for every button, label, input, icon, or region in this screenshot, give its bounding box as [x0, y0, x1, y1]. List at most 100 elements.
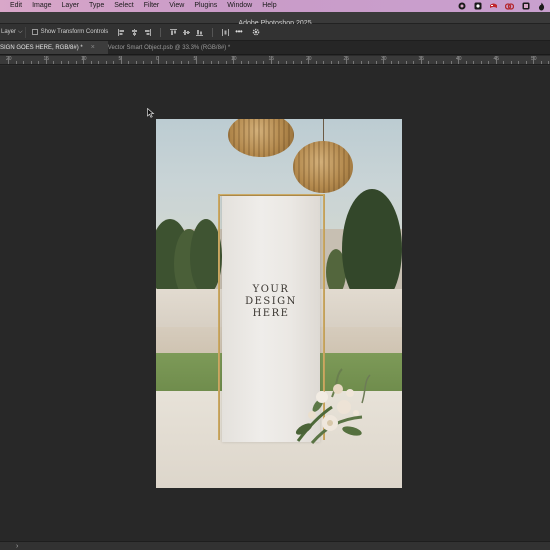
ruler-tick: [60, 61, 62, 64]
ruler-tick: [293, 61, 294, 64]
creative-cloud-icon[interactable]: [505, 2, 514, 11]
menu-view[interactable]: View: [164, 0, 189, 12]
more-options-icon[interactable]: •••: [235, 28, 242, 36]
auto-select-dropdown[interactable]: Layer ⌵: [0, 26, 26, 38]
gamepad-icon[interactable]: [489, 2, 498, 11]
ruler-tick: [285, 61, 287, 64]
ruler-tick: [383, 56, 384, 64]
menu-plugins[interactable]: Plugins: [189, 0, 222, 12]
ruler-tick: [518, 61, 519, 64]
ruler-tick: [225, 61, 227, 64]
distribute-icon[interactable]: [222, 28, 230, 36]
ruler-tick: [203, 61, 204, 64]
ruler-tick: [30, 61, 32, 64]
ruler-tick: [98, 61, 99, 64]
ruler-tick: [345, 56, 347, 64]
ruler-tick: [255, 61, 257, 64]
photoshop-window: Edit Image Layer Type Select Filter View…: [0, 0, 550, 550]
ruler-tick: [218, 61, 219, 64]
floral-arrangement: [295, 368, 371, 444]
ruler-tick: [428, 61, 429, 64]
ruler-tick: [53, 61, 54, 64]
ruler-tick: [435, 61, 437, 64]
horizontal-ruler[interactable]: 201510505101520253035404550: [0, 56, 550, 65]
chevron-down-icon: ⌵: [18, 29, 23, 35]
mac-menu-bar: Edit Image Layer Type Select Filter View…: [0, 0, 550, 12]
ruler-tick: [113, 61, 114, 64]
ruler-tick: [413, 61, 414, 64]
ruler-tick: [188, 61, 189, 64]
ruler-tick: [15, 61, 17, 64]
rattan-pendant-lamp: [293, 141, 353, 193]
ruler-tick: [210, 61, 212, 64]
tab-active-document[interactable]: SIGN GOES HERE, RGB/8#) * ×: [0, 41, 108, 54]
close-icon[interactable]: ×: [91, 44, 95, 51]
ruler-tick: [308, 56, 309, 64]
ruler-tick: [135, 61, 137, 64]
ruler-tick: [263, 61, 264, 64]
gold-frame-post: [218, 194, 220, 440]
menu-help[interactable]: Help: [257, 0, 281, 12]
align-center-icon[interactable]: [131, 28, 138, 36]
ruler-tick: [450, 61, 452, 64]
ruler-tick: [548, 61, 549, 64]
ruler-tick: [278, 61, 279, 64]
menu-type[interactable]: Type: [84, 0, 109, 12]
ruler-tick: [120, 56, 122, 64]
ruler-tick: [488, 61, 489, 64]
ruler-tick: [45, 56, 47, 64]
menu-edit[interactable]: Edit: [0, 0, 27, 12]
menu-window[interactable]: Window: [222, 0, 257, 12]
document-canvas[interactable]: YOUR DESIGN HERE: [156, 119, 402, 488]
show-transform-checkbox[interactable]: [31, 29, 38, 35]
ruler-tick: [90, 61, 92, 64]
ruler-tick: [405, 61, 407, 64]
align-left-icon[interactable]: [118, 28, 125, 36]
gear-icon[interactable]: [252, 28, 260, 36]
flame-icon[interactable]: [537, 2, 546, 11]
menu-extra-icon[interactable]: [521, 2, 530, 11]
ruler-tick: [240, 61, 242, 64]
auto-select-value: Layer: [1, 29, 17, 35]
ruler-tick: [165, 61, 167, 64]
ruler-tick: [525, 61, 527, 64]
ruler-tick: [330, 61, 332, 64]
app-icon[interactable]: [473, 2, 482, 11]
align-bottom-icon[interactable]: [196, 29, 204, 36]
align-middle-icon[interactable]: [183, 29, 191, 36]
arrow-cursor-icon: [147, 108, 155, 118]
menu-extras: [457, 0, 546, 12]
ruler-tick: [270, 56, 272, 64]
ruler-tick: [510, 61, 512, 64]
menu-select[interactable]: Select: [109, 0, 138, 12]
ruler-tick: [128, 61, 129, 64]
tab-vector-smart-object[interactable]: Vector Smart Object.psb @ 33.3% (RGB/8#)…: [108, 41, 238, 54]
menu-image[interactable]: Image: [27, 0, 56, 12]
ruler-tick: [495, 56, 497, 64]
ruler-tick: [540, 61, 542, 64]
ruler-tick: [533, 56, 534, 64]
options-bar: Layer ⌵ Show Transform Controls •••: [0, 24, 550, 41]
ruler-tick: [473, 61, 474, 64]
ruler-tick: [23, 61, 24, 64]
ruler-tick: [38, 61, 39, 64]
ruler-tick: [158, 56, 159, 64]
ruler-tick: [150, 61, 152, 64]
lamp-cord: [323, 119, 324, 143]
banner-placeholder-text: YOUR DESIGN HERE: [245, 284, 297, 319]
tab-label: Vector Smart Object.psb @ 33.3% (RGB/8#)…: [107, 44, 231, 51]
ruler-tick: [480, 61, 482, 64]
ruler-tick: [180, 61, 182, 64]
ruler-tick: [503, 61, 504, 64]
menu-filter[interactable]: Filter: [139, 0, 165, 12]
expand-chevron-icon[interactable]: ›: [16, 542, 18, 550]
align-top-icon[interactable]: [170, 28, 178, 36]
ruler-tick: [375, 61, 377, 64]
ruler-tick: [143, 61, 144, 64]
ruler-tick: [420, 56, 422, 64]
align-right-icon[interactable]: [144, 28, 152, 36]
separator: [160, 27, 162, 37]
menu-layer[interactable]: Layer: [57, 0, 85, 12]
ruler-tick: [83, 56, 84, 64]
record-icon[interactable]: [457, 2, 466, 11]
